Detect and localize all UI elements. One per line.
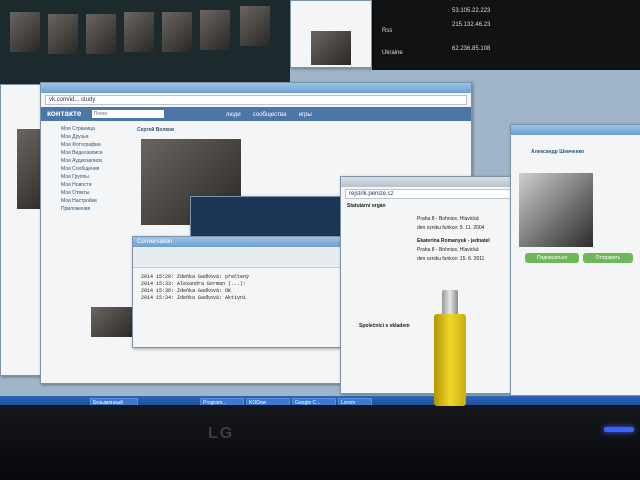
portrait-photo[interactable] [200, 10, 230, 50]
finance-panel: Rss Ukraine 53.105.22.223 215.132.46.23 … [372, 0, 640, 70]
menu-item[interactable]: Мои Фотографии [55, 141, 115, 149]
tab-communities[interactable]: сообщества [253, 112, 287, 118]
chat-toolbar [133, 247, 343, 268]
tab-people[interactable]: люди [226, 112, 241, 118]
portrait-photo[interactable] [48, 14, 78, 54]
chat-line: 2014 15:33: Alexandra Gorman (...): [141, 281, 247, 287]
finance-value: 215.132.46.23 [452, 22, 491, 28]
monitor-brand-logo: LG [208, 425, 235, 442]
menu-item[interactable]: Мои Настройки [55, 197, 115, 205]
portrait-photo[interactable] [162, 12, 192, 52]
lighter-body [434, 314, 466, 406]
portrait-photo[interactable] [240, 6, 270, 46]
friend-photo[interactable] [91, 307, 135, 337]
video-window[interactable] [190, 196, 342, 238]
photo-grid [0, 0, 290, 90]
menu-item[interactable]: Мои Друзья [55, 133, 115, 141]
vk-header: контакте Поиск люди сообщества игры [41, 107, 471, 121]
lighter-cap [442, 290, 458, 316]
rejstrik-browser-window[interactable]: rejstrik.penize.cz Statutární orgán Prah… [340, 176, 518, 394]
background-window[interactable] [290, 0, 372, 68]
finance-label: Rss [382, 28, 393, 34]
registry-entry: Praha 8 - Bohnice, Hlavická [417, 247, 479, 253]
registry-entry: Ekaterina Romanyuk - jednatel [417, 238, 490, 244]
lighter-object [432, 290, 468, 408]
menu-item[interactable]: Мои Видеозаписи [55, 149, 115, 157]
finance-value: 62.236.85.108 [452, 46, 491, 52]
address-bar[interactable]: vk.com/id... study [45, 95, 467, 105]
window-titlebar [511, 125, 640, 135]
menu-item[interactable]: Мои Группы [55, 173, 115, 181]
vk-profile-window[interactable]: Александр Шевченко Подписаться Отправить [510, 124, 640, 396]
profile-photo [519, 173, 593, 247]
chat-title: Conversation [133, 237, 343, 247]
tab-games[interactable]: игры [299, 112, 312, 118]
chat-line: 2014 15:20: Zdeňka Gadková: přečtený [141, 274, 250, 280]
menu-item[interactable]: Моя Страница [55, 125, 115, 133]
profile-name: Александр Шевченко [531, 149, 585, 155]
chat-window[interactable]: Conversation 2014 15:20: Zdeňka Gadková:… [132, 236, 344, 348]
finance-label: Ukraine [382, 50, 403, 56]
menu-item[interactable]: Мои Аудиозаписи [55, 157, 115, 165]
portrait-photo[interactable] [124, 12, 154, 52]
portrait-photo[interactable] [86, 14, 116, 54]
monitor-bezel [0, 405, 640, 480]
menu-item[interactable]: Мои Ответы [55, 189, 115, 197]
thumbnail-photo [311, 31, 351, 65]
section-heading: Statutární orgán [347, 203, 386, 209]
subscribe-button[interactable]: Подписаться [525, 253, 579, 263]
chat-line: 2014 15:36: Zdeňka Gadková: OK [141, 288, 232, 294]
vk-logo[interactable]: контакте [47, 109, 81, 118]
section-heading: Společníci s vkladem [359, 323, 410, 329]
registry-entry: Praha 8 - Bohnice, Hlavická [417, 216, 479, 222]
address-bar[interactable]: rejstrik.penize.cz [345, 189, 513, 199]
portrait-photo[interactable] [10, 12, 40, 52]
menu-item[interactable]: Приложения [55, 205, 115, 213]
vk-user-name: Сергей Волков [137, 127, 175, 133]
power-led [604, 427, 634, 432]
registry-entry: den vzniku funkce: 9. 11. 2004 [417, 225, 485, 231]
monitor-screen: Rss Ukraine 53.105.22.223 215.132.46.23 … [0, 0, 640, 412]
registry-entry: den vzniku funkce: 15. 6. 2011 [417, 256, 485, 262]
finance-value: 53.105.22.223 [452, 8, 491, 14]
vk-side-menu: Моя Страница Мои Друзья Мои Фотографии М… [55, 125, 115, 213]
menu-item[interactable]: Мои Новости [55, 181, 115, 189]
search-input[interactable]: Поиск [91, 109, 164, 118]
browser-tabs [341, 177, 517, 187]
send-button[interactable]: Отправить [583, 253, 633, 263]
menu-item[interactable]: Мои Сообщения [55, 165, 115, 173]
window-titlebar [41, 83, 471, 93]
chat-line: 2014 15:34: Zdeňka Gadková: Aktivní [141, 295, 247, 301]
